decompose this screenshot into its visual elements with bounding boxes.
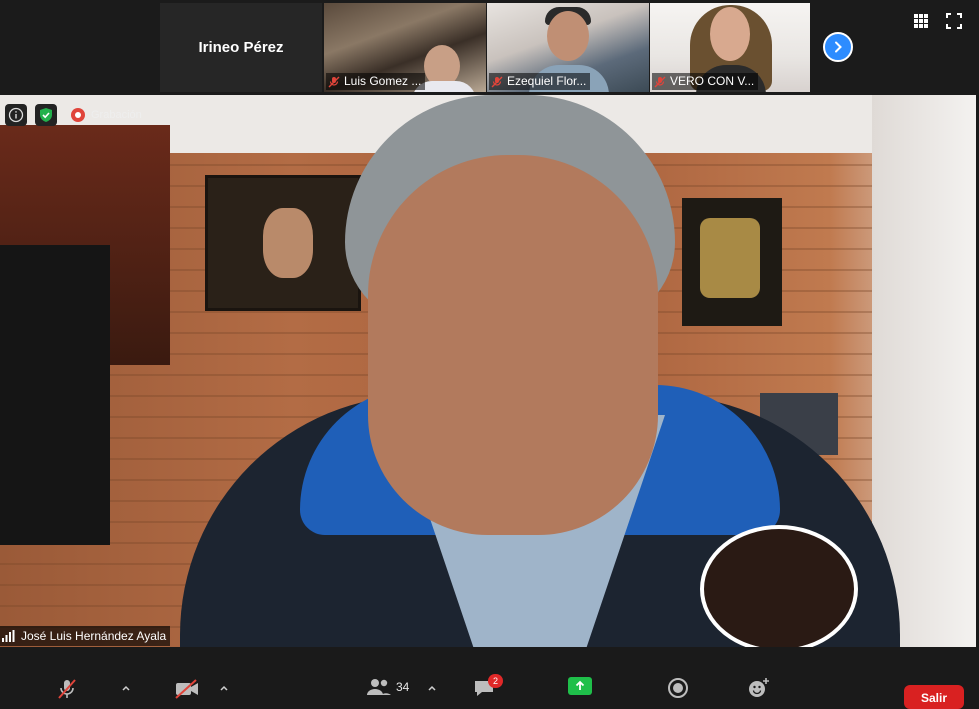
fullscreen-icon[interactable] <box>946 13 962 29</box>
jacket-patch-logo <box>700 525 858 647</box>
audio-options-chevron-up-icon[interactable] <box>121 683 131 693</box>
info-icon <box>8 107 24 123</box>
recording-dot-icon <box>71 108 85 122</box>
meeting-status-bar: Grabación <box>5 104 142 126</box>
arrow-up-icon <box>575 680 585 690</box>
active-speaker-label: José Luis Hernández Ayala <box>0 626 171 646</box>
speaker-name: José Luis Hernández Ayala <box>21 629 167 643</box>
share-screen-icon <box>568 677 592 695</box>
tile-name-large: Irineo Pérez <box>198 39 284 56</box>
video-options-chevron-up-icon[interactable] <box>219 683 229 693</box>
record-icon <box>668 678 688 698</box>
security-button[interactable] <box>35 104 57 126</box>
participant-name: VERO CON V... <box>670 74 755 88</box>
participants-button[interactable]: 34 <box>366 677 409 697</box>
signal-strength-icon <box>2 630 15 642</box>
reactions-button[interactable] <box>747 677 771 699</box>
participant-name: Ezequiel Flor... <box>507 74 587 88</box>
share-screen-button[interactable] <box>568 677 592 695</box>
tile-name-label: Ezequiel Flor... <box>489 73 591 90</box>
background-painting-left <box>205 175 361 311</box>
participants-options-chevron-up-icon[interactable] <box>427 683 437 693</box>
chevron-right-icon <box>835 41 842 53</box>
gallery-tile-irineo[interactable]: Irineo Pérez <box>160 3 322 92</box>
muted-mic-icon <box>328 76 340 87</box>
background-tv <box>0 245 110 545</box>
reaction-emoji-icon <box>749 678 769 697</box>
recording-label: Grabación <box>91 109 142 121</box>
chat-unread-badge: 2 <box>488 674 503 688</box>
next-page-button[interactable] <box>823 32 853 62</box>
meeting-toolbar: 34 2 Salir <box>0 647 979 709</box>
gallery-tile-vero[interactable]: VERO CON V... <box>650 3 810 92</box>
background-painting-right <box>682 198 782 326</box>
gallery-view-icon[interactable] <box>913 13 929 29</box>
shield-check-icon <box>40 108 52 122</box>
tile-name-label: Luis Gomez ... <box>326 73 426 90</box>
record-button[interactable] <box>667 677 689 699</box>
leave-meeting-button[interactable]: Salir <box>904 685 964 709</box>
active-speaker-video <box>0 95 976 647</box>
muted-mic-icon <box>58 679 76 699</box>
gallery-tile-luis[interactable]: Luis Gomez ... <box>324 3 486 92</box>
participant-video-vero <box>710 7 750 61</box>
participants-icon <box>367 679 391 695</box>
unmute-button[interactable] <box>55 677 79 701</box>
muted-mic-icon <box>491 76 503 87</box>
video-off-icon <box>175 679 198 699</box>
speaker-face <box>368 155 658 535</box>
participant-name: Luis Gomez ... <box>344 74 422 88</box>
muted-mic-icon <box>654 76 666 87</box>
participants-count: 34 <box>396 680 410 694</box>
participant-video-ezequiel <box>547 11 589 61</box>
start-video-button[interactable] <box>173 677 201 701</box>
gallery-tile-ezequiel[interactable]: Ezequiel Flor... <box>487 3 649 92</box>
tile-name-label: VERO CON V... <box>652 73 759 90</box>
meeting-info-button[interactable] <box>5 104 27 126</box>
gallery-strip: Irineo Pérez Luis Gomez ... Ezequiel Flo… <box>0 0 979 95</box>
recording-indicator[interactable]: Grabación <box>71 108 142 122</box>
